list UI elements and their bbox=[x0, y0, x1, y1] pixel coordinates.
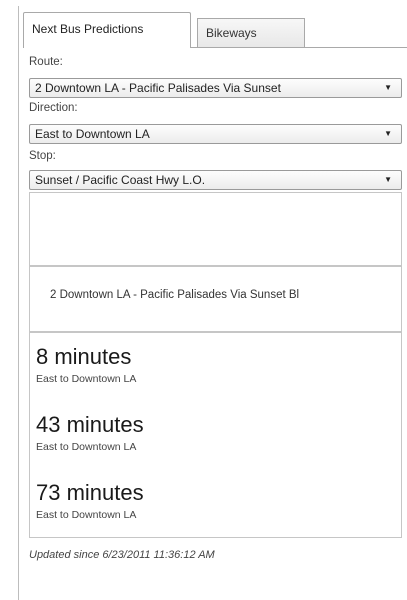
route-select[interactable]: 2 Downtown LA - Pacific Palisades Via Su… bbox=[29, 78, 402, 98]
prediction-item: 8 minutes East to Downtown LA bbox=[36, 344, 137, 386]
route-display-box: 2 Downtown LA - Pacific Palisades Via Su… bbox=[29, 266, 402, 332]
route-label: Route: bbox=[29, 56, 63, 68]
prediction-direction: East to Downtown LA bbox=[36, 373, 137, 385]
route-display-text: 2 Downtown LA - Pacific Palisades Via Su… bbox=[50, 289, 300, 301]
stop-label: Stop: bbox=[29, 150, 56, 162]
map-area bbox=[29, 192, 402, 266]
prediction-direction: East to Downtown LA bbox=[36, 509, 137, 521]
predictions-list: 8 minutes East to Downtown LA 43 minutes… bbox=[29, 332, 402, 538]
direction-select[interactable]: East to Downtown LA ▼ bbox=[29, 124, 402, 144]
route-select-value: 2 Downtown LA - Pacific Palisades Via Su… bbox=[35, 81, 281, 95]
bus-predictions-panel: Next Bus Predictions Bikeways Route: 2 D… bbox=[18, 6, 407, 600]
caret-down-icon: ▼ bbox=[384, 83, 392, 92]
stop-select-value: Sunset / Pacific Coast Hwy L.O. bbox=[35, 173, 206, 187]
stop-select[interactable]: Sunset / Pacific Coast Hwy L.O. ▼ bbox=[29, 170, 402, 190]
tab-next-bus-predictions[interactable]: Next Bus Predictions bbox=[23, 12, 191, 48]
prediction-item: 73 minutes East to Downtown LA bbox=[36, 480, 144, 522]
direction-select-value: East to Downtown LA bbox=[35, 127, 150, 141]
prediction-time: 43 minutes bbox=[36, 412, 144, 437]
prediction-direction: East to Downtown LA bbox=[36, 441, 137, 453]
direction-label: Direction: bbox=[29, 102, 78, 114]
updated-timestamp: Updated since 6/23/2011 11:36:12 AM bbox=[29, 549, 215, 561]
prediction-item: 43 minutes East to Downtown LA bbox=[36, 412, 144, 454]
caret-down-icon: ▼ bbox=[384, 129, 392, 138]
tab-bikeways[interactable]: Bikeways bbox=[197, 18, 305, 47]
caret-down-icon: ▼ bbox=[384, 175, 392, 184]
prediction-time: 73 minutes bbox=[36, 480, 144, 505]
tab-strip: Next Bus Predictions Bikeways bbox=[19, 12, 407, 48]
prediction-time: 8 minutes bbox=[36, 344, 132, 369]
